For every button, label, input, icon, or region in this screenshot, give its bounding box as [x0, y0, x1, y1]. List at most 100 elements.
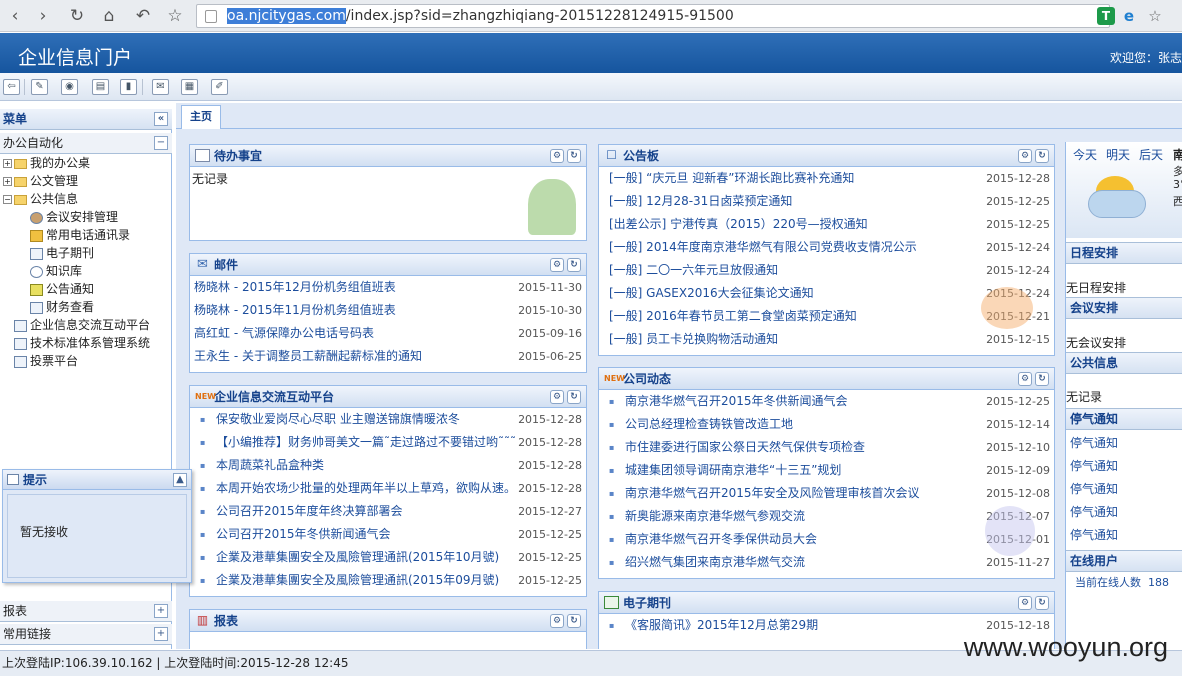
- refresh-icon[interactable]: ↻: [1035, 372, 1049, 386]
- app-toolbar: ⇦ ✎ ◉ ▤ ▮ ✉ ▦ ✐: [0, 73, 1182, 101]
- list-item[interactable]: 【小编推荐】财务帅哥美文一篇˜走过路过不要错过哟˜˜˜2015-12-28: [190, 431, 586, 454]
- bookmark-icon[interactable]: ☆: [164, 5, 186, 27]
- links-section-header[interactable]: 常用链接 +: [0, 624, 172, 645]
- meeting-header[interactable]: 会议安排: [1066, 297, 1182, 319]
- list-item[interactable]: 杨晓林 - 2015年11月份机务组值班表 2015-10-30: [190, 299, 586, 322]
- expand-links-button[interactable]: +: [154, 627, 168, 641]
- expand-icon[interactable]: +: [3, 177, 12, 186]
- folder-open-icon: [14, 194, 27, 205]
- translate-extension-icon[interactable]: T: [1097, 7, 1115, 25]
- list-item[interactable]: 王永生 - 关于调整员工薪酬起薪标准的通知 2015-06-25: [190, 345, 586, 368]
- refresh-icon[interactable]: ↻: [567, 258, 581, 272]
- calendar-icon[interactable]: ▦: [181, 79, 198, 95]
- sidebar-item-journal[interactable]: 电子期刊: [30, 244, 94, 262]
- sidebar-item-standards[interactable]: 技术标准体系管理系统: [14, 334, 150, 352]
- refresh-icon[interactable]: ↻: [567, 149, 581, 163]
- list-item[interactable]: 公司召开2015年度年终决算部署会2015-12-27: [190, 500, 586, 523]
- star-icon[interactable]: ☆: [1146, 7, 1164, 25]
- notes-icon[interactable]: ✎: [31, 79, 48, 95]
- tab-home[interactable]: 主页: [181, 105, 221, 129]
- office-group-header[interactable]: 办公自动化 −: [0, 133, 172, 154]
- online-users-header[interactable]: 在线用户: [1066, 550, 1182, 572]
- list-item[interactable]: 绍兴燃气集团来南京港华燃气交流2015-11-27: [599, 551, 1054, 574]
- weather-after[interactable]: 后天: [1139, 146, 1163, 163]
- collapse-group-button[interactable]: −: [154, 136, 168, 150]
- settings-icon[interactable]: ⚙: [550, 258, 564, 272]
- list-item[interactable]: 市住建委进行国家公祭日天然气保供专项检查2015-12-10: [599, 436, 1054, 459]
- back-icon[interactable]: ‹: [4, 5, 26, 27]
- sidebar-item-public-info[interactable]: − 公共信息: [3, 190, 78, 208]
- outage-item[interactable]: 停气通知: [1070, 526, 1118, 543]
- undo-icon[interactable]: ↶: [132, 5, 154, 27]
- forward-icon[interactable]: ›: [32, 5, 54, 27]
- mail-icon[interactable]: ✉: [152, 79, 169, 95]
- refresh-icon[interactable]: ↻: [567, 390, 581, 404]
- settings-icon[interactable]: ⚙: [1018, 149, 1032, 163]
- settings-icon[interactable]: ⚙: [550, 390, 564, 404]
- collapse-icon[interactable]: −: [3, 195, 12, 204]
- outage-item[interactable]: 停气通知: [1070, 480, 1118, 497]
- edit-icon[interactable]: ✐: [211, 79, 228, 95]
- list-item[interactable]: [一般] 二〇一六年元旦放假通知 2015-12-24: [599, 259, 1054, 282]
- list-item[interactable]: 城建集团领导调研南京港华“十三五”规划2015-12-09: [599, 459, 1054, 482]
- list-item[interactable]: 杨晓林 - 2015年12月份机务组值班表 2015-11-30: [190, 276, 586, 299]
- outage-item[interactable]: 停气通知: [1070, 503, 1118, 520]
- exit-icon[interactable]: ⇦: [3, 79, 20, 95]
- expand-icon[interactable]: +: [3, 159, 12, 168]
- weather-today[interactable]: 今天: [1073, 146, 1097, 163]
- list-item[interactable]: 企業及港華集團安全及風險管理通訊(2015年10月號)2015-12-25: [190, 546, 586, 569]
- sidebar-item-finance[interactable]: 财务查看: [30, 298, 94, 316]
- outage-item[interactable]: 停气通知: [1070, 434, 1118, 451]
- sidebar-item-my-desk[interactable]: + 我的办公桌: [3, 154, 90, 172]
- tools-icon[interactable]: ▮: [120, 79, 137, 95]
- list-item[interactable]: 保安敬业爱岗尽心尽职 业主赠送锦旗情暖浓冬2015-12-28: [190, 408, 586, 431]
- list-item[interactable]: 企業及港華集團安全及風險管理通訊(2015年09月號)2015-12-25: [190, 569, 586, 592]
- sidebar-item-forum[interactable]: 企业信息交流互动平台: [14, 316, 150, 334]
- sidebar-item-notices[interactable]: 公告通知: [30, 280, 94, 298]
- list-item[interactable]: 公司总经理检查铸铁管改造工地2015-12-14: [599, 413, 1054, 436]
- settings-icon[interactable]: ⚙: [1018, 596, 1032, 610]
- reload-icon[interactable]: ↻: [66, 5, 88, 27]
- list-item[interactable]: 南京港华燃气召开2015年冬供新闻通气会2015-12-25: [599, 390, 1054, 413]
- expand-report-button[interactable]: +: [154, 604, 168, 618]
- settings-icon[interactable]: ⚙: [550, 614, 564, 628]
- list-item[interactable]: [一般] 2016年春节员工第二食堂卤菜预定通知 2015-12-21: [599, 305, 1054, 328]
- settings-icon[interactable]: ⚙: [550, 149, 564, 163]
- sidebar-item-knowledge[interactable]: 知识库: [30, 262, 82, 280]
- online-users-count: 当前在线人数 188: [1075, 576, 1169, 589]
- list-item[interactable]: 公司召开2015年冬供新闻通气会2015-12-25: [190, 523, 586, 546]
- refresh-icon[interactable]: ↻: [567, 614, 581, 628]
- sidebar-item-meetings[interactable]: 会议安排管理: [30, 208, 118, 226]
- list-item[interactable]: [出差公示] 宁港传真（2015）220号—授权通知 2015-12-25: [599, 213, 1054, 236]
- outage-item[interactable]: 停气通知: [1070, 457, 1118, 474]
- schedule-header[interactable]: 日程安排: [1066, 242, 1182, 264]
- list-item[interactable]: 南京港华燃气召开2015年安全及风险管理审核首次会议2015-12-08: [599, 482, 1054, 505]
- list-item[interactable]: [一般] 12月28-31日卤菜预定通知 2015-12-25: [599, 190, 1054, 213]
- list-item[interactable]: [一般] “庆元旦 迎新春”环湖长跑比赛补充通知 2015-12-28: [599, 167, 1054, 190]
- collapse-sidebar-button[interactable]: «: [154, 112, 168, 126]
- sidebar-item-phonebook[interactable]: 常用电话通讯录: [30, 226, 130, 244]
- settings-icon[interactable]: ⚙: [1018, 372, 1032, 386]
- sidebar-item-voting[interactable]: 投票平台: [14, 352, 78, 370]
- weather-tomorrow[interactable]: 明天: [1106, 146, 1130, 163]
- list-item[interactable]: [一般] 员工卡兑换购物活动通知 2015-12-15: [599, 328, 1054, 351]
- list-item[interactable]: [一般] 2014年度南京港华燃气有限公司党费收支情况公示 2015-12-24: [599, 236, 1054, 259]
- outage-header[interactable]: 停气通知: [1066, 408, 1182, 430]
- list-item[interactable]: 高红虹 - 气源保障办公电话号码表 2015-09-16: [190, 322, 586, 345]
- refresh-icon[interactable]: ↻: [1035, 149, 1049, 163]
- refresh-icon[interactable]: ↻: [1035, 596, 1049, 610]
- contacts-icon[interactable]: ◉: [61, 79, 78, 95]
- list-item[interactable]: 本周蔬菜礼品盒种类2015-12-28: [190, 454, 586, 477]
- address-bar[interactable]: oa.njcitygas.com/index.jsp?sid=zhangzhiq…: [196, 4, 1110, 28]
- collapse-tip-button[interactable]: ▲: [173, 473, 187, 487]
- sidebar-item-documents[interactable]: + 公文管理: [3, 172, 78, 190]
- list-item[interactable]: 新奥能源来南京港华燃气参观交流2015-12-07: [599, 505, 1054, 528]
- list-item[interactable]: 本周开始农场少批量的处理两年半以上草鸡，欲购从速。2015-12-28: [190, 477, 586, 500]
- list-item[interactable]: [一般] GASEX2016大会征集论文通知 2015-12-24: [599, 282, 1054, 305]
- print-icon[interactable]: ▤: [92, 79, 109, 95]
- public-info-header[interactable]: 公共信息: [1066, 352, 1182, 374]
- report-section-header[interactable]: 报表 +: [0, 601, 172, 622]
- ie-extension-icon[interactable]: e: [1120, 7, 1138, 25]
- home-icon[interactable]: ⌂: [98, 5, 120, 27]
- list-item[interactable]: 南京港华燃气召开冬季保供动员大会2015-12-01: [599, 528, 1054, 551]
